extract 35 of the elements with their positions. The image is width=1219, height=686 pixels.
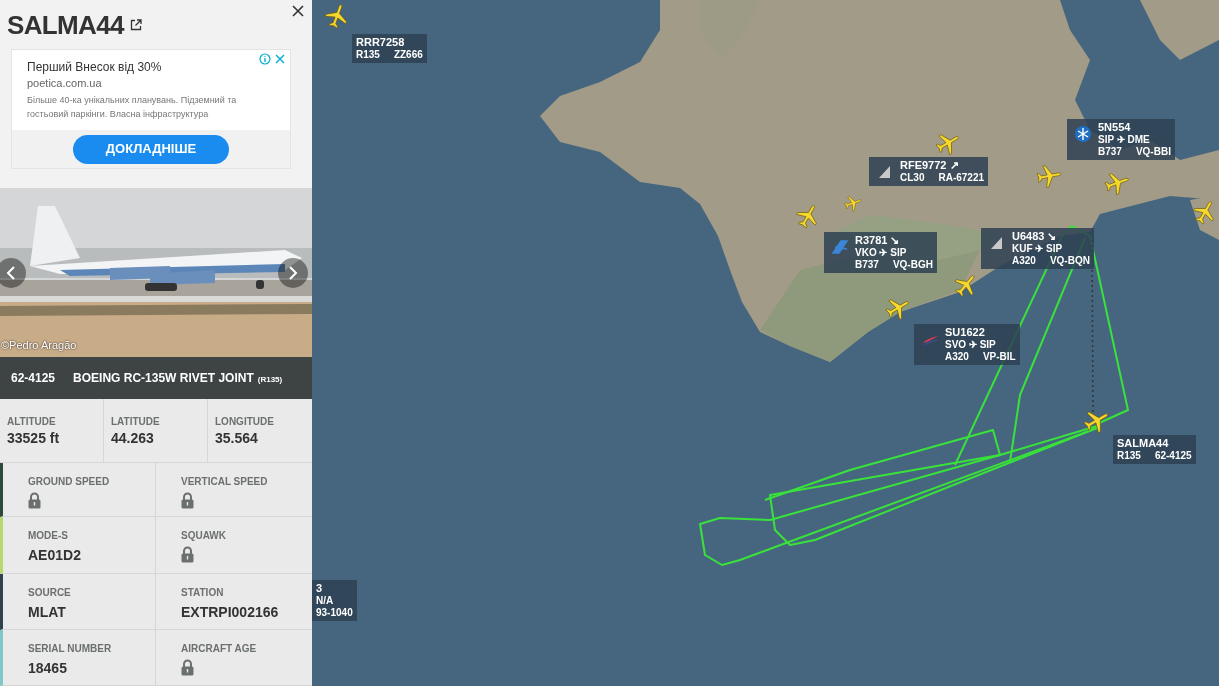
detail-value: 18465	[28, 658, 68, 678]
external-link-icon[interactable]	[129, 19, 142, 31]
aircraft-type-text[interactable]: BOEING RC-135W RIVET JOINT	[73, 369, 254, 387]
detail-label: VERTICAL SPEED	[181, 475, 269, 489]
ad-headline[interactable]: Перший Внесок від 30%	[27, 59, 275, 75]
close-icon	[292, 5, 304, 17]
info-icon[interactable]	[259, 53, 271, 65]
stat-label: ALTITUDE	[7, 414, 57, 429]
detail-label: SQUAWK	[181, 529, 227, 544]
chevron-left-icon	[6, 266, 16, 280]
close-icon[interactable]	[274, 53, 286, 65]
detail-value: AE01D2	[28, 546, 82, 566]
ad-description: Більше 40-ка унікальних планувань. Підземний та гостьовий паркінги. Власна інфраструктура	[27, 94, 238, 121]
photo-credit: ©Pedro Aragão	[1, 337, 77, 353]
stat-value: 35.564	[215, 428, 259, 447]
next-photo-button[interactable]	[278, 258, 308, 288]
callsign-title: SALMA44	[7, 10, 124, 40]
detail-value: EXTRPI002166	[181, 602, 280, 622]
ad-domain: poetica.com.ua	[27, 76, 103, 91]
detail-label: SOURCE	[28, 585, 72, 600]
stat-value: 33525 ft	[7, 428, 61, 447]
detail-label: GROUND SPEED	[28, 475, 111, 489]
registration-text: 62-4125	[11, 370, 56, 387]
chevron-right-icon	[288, 266, 298, 280]
type-code-text: (R135)	[257, 373, 283, 386]
detail-label: AIRCRAFT AGE	[181, 641, 258, 656]
detail-value: MLAT	[28, 602, 67, 622]
previous-photo-button[interactable]	[0, 258, 26, 288]
detail-label: STATION	[181, 585, 225, 600]
stat-label: LATITUDE	[111, 414, 161, 429]
detail-label: MODE-S	[28, 529, 69, 544]
detail-label: SERIAL NUMBER	[28, 641, 113, 656]
stat-value: 44.263	[111, 428, 155, 447]
stat-label: LONGITUDE	[215, 414, 275, 429]
close-button[interactable]	[290, 3, 306, 19]
